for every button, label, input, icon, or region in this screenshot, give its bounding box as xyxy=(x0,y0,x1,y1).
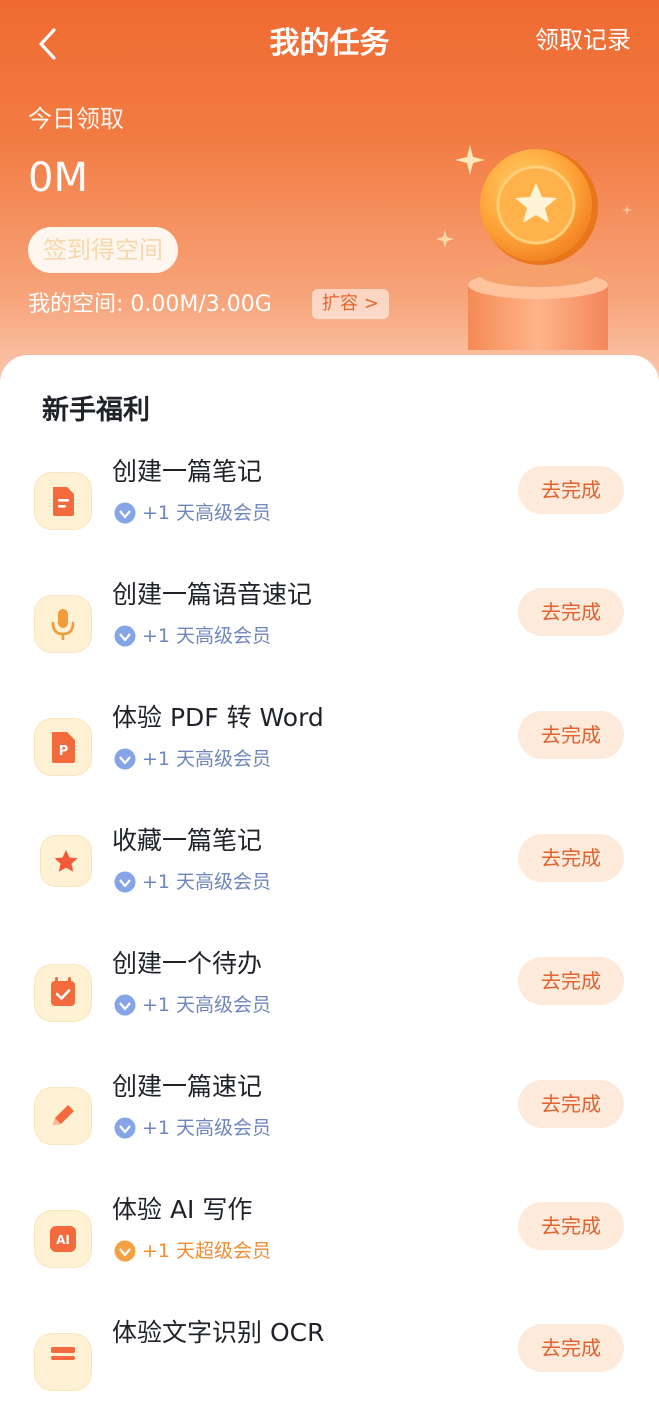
task-name: 创建一篇笔记 xyxy=(112,457,263,486)
claim-record-link[interactable]: 领取记录 xyxy=(535,22,631,58)
task-item: 创建一篇笔记 +1 天高级会员 去完成 xyxy=(0,454,659,564)
signin-button[interactable]: 签到得空间 xyxy=(28,227,178,273)
vip-badge-icon xyxy=(114,625,136,647)
task-name: 体验文字识别 OCR xyxy=(112,1318,325,1347)
vip-badge-icon xyxy=(114,748,136,770)
task-reward-text: +1 天高级会员 xyxy=(142,625,272,647)
task-reward-text: +1 天高级会员 xyxy=(142,871,272,893)
task-item: 体验文字识别 OCR 去完成 xyxy=(0,1315,659,1425)
task-name: 体验 PDF 转 Word xyxy=(112,703,324,732)
storage-space-text: 我的空间: 0.00M/3.00G xyxy=(28,292,272,317)
today-claimed-label: 今日领取 xyxy=(28,105,124,133)
task-reward-text: +1 天高级会员 xyxy=(142,994,272,1016)
task-reward-text: +1 天超级会员 xyxy=(142,1240,272,1262)
task-item: 创建一篇速记 +1 天高级会员 去完成 xyxy=(0,1069,659,1179)
task-reward-text: +1 天高级会员 xyxy=(142,1117,272,1139)
ai-icon: AI xyxy=(34,1210,92,1268)
section-title: 新手福利 xyxy=(42,395,150,426)
svg-text:P: P xyxy=(59,744,69,759)
task-name: 创建一个待办 xyxy=(112,949,263,978)
expand-storage-button[interactable]: 扩容 > xyxy=(312,289,389,319)
pdf-icon: P xyxy=(34,718,92,776)
vip-badge-icon xyxy=(114,502,136,524)
vip-badge-icon xyxy=(114,871,136,893)
vip-badge-icon xyxy=(114,1117,136,1139)
vip-badge-icon xyxy=(114,994,136,1016)
go-complete-button[interactable]: 去完成 xyxy=(518,1324,624,1372)
scan-icon xyxy=(34,1333,92,1391)
task-reward-text: +1 天高级会员 xyxy=(142,748,272,770)
task-item: P 体验 PDF 转 Word +1 天高级会员 去完成 xyxy=(0,700,659,810)
go-complete-button[interactable]: 去完成 xyxy=(518,711,624,759)
calendar-check-icon xyxy=(34,964,92,1022)
microphone-icon xyxy=(34,595,92,653)
today-claimed-value: 0M xyxy=(28,155,88,201)
go-complete-button[interactable]: 去完成 xyxy=(518,1202,624,1250)
go-complete-button[interactable]: 去完成 xyxy=(518,957,624,1005)
note-icon xyxy=(34,472,92,530)
go-complete-button[interactable]: 去完成 xyxy=(518,588,624,636)
task-item: 创建一个待办 +1 天高级会员 去完成 xyxy=(0,946,659,1056)
task-name: 收藏一篇笔记 xyxy=(112,826,263,855)
go-complete-button[interactable]: 去完成 xyxy=(518,834,624,882)
go-complete-button[interactable]: 去完成 xyxy=(518,466,624,514)
header-banner: 我的任务 领取记录 今日领取 0M 签到得空间 我的空间: 0.00M/3.00… xyxy=(0,0,659,400)
pencil-icon xyxy=(34,1087,92,1145)
svg-text:AI: AI xyxy=(56,1233,70,1247)
task-item: 创建一篇语音速记 +1 天高级会员 去完成 xyxy=(0,577,659,687)
star-icon xyxy=(40,835,92,887)
task-name: 体验 AI 写作 xyxy=(112,1195,253,1224)
task-reward-text: +1 天高级会员 xyxy=(142,502,272,524)
task-item: AI 体验 AI 写作 +1 天超级会员 去完成 xyxy=(0,1192,659,1302)
task-item: 收藏一篇笔记 +1 天高级会员 去完成 xyxy=(0,823,659,933)
coin-trophy-icon xyxy=(436,145,632,350)
task-name: 创建一篇语音速记 xyxy=(112,580,313,609)
task-name: 创建一篇速记 xyxy=(112,1072,263,1101)
svip-badge-icon xyxy=(114,1240,136,1262)
go-complete-button[interactable]: 去完成 xyxy=(518,1080,624,1128)
